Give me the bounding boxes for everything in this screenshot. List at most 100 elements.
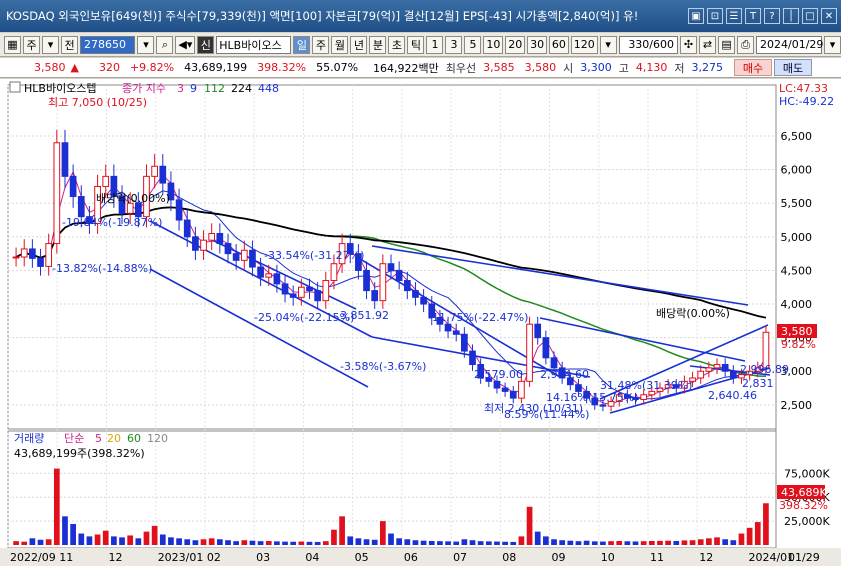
volume-bar[interactable] <box>135 538 142 545</box>
candle-body[interactable] <box>550 357 558 369</box>
volume-bar[interactable] <box>551 539 557 545</box>
candle-body[interactable] <box>29 248 36 259</box>
volume-bar[interactable] <box>640 541 647 545</box>
volume-bar[interactable] <box>371 539 378 545</box>
volume-bar[interactable] <box>624 541 631 545</box>
volume-bar[interactable] <box>453 541 460 545</box>
candle-body[interactable] <box>20 248 28 258</box>
volume-bar[interactable] <box>216 539 223 545</box>
candle-body[interactable] <box>45 243 53 267</box>
volume-bar[interactable] <box>151 525 158 545</box>
volume-bar[interactable] <box>575 541 582 545</box>
volume-bar[interactable] <box>485 541 492 545</box>
volume-bar[interactable] <box>689 540 696 545</box>
save-icon[interactable]: ▤ <box>718 35 736 54</box>
volume-bar[interactable] <box>102 530 109 545</box>
candle-body[interactable] <box>12 256 20 259</box>
candle-body[interactable] <box>420 296 427 305</box>
volume-bar[interactable] <box>257 541 264 545</box>
volume-bar[interactable] <box>730 540 737 545</box>
candle-body[interactable] <box>314 290 321 302</box>
dropdown-icon[interactable]: ▾ <box>42 35 59 54</box>
volume-bar[interactable] <box>681 540 688 545</box>
volume-bar[interactable] <box>396 538 403 545</box>
volume-bar[interactable] <box>714 537 720 545</box>
candle-body[interactable] <box>729 370 737 379</box>
volume-bar[interactable] <box>437 541 443 545</box>
volume-bar[interactable] <box>21 541 28 545</box>
volume-bar[interactable] <box>388 533 394 545</box>
volume-bar[interactable] <box>127 535 134 545</box>
chart-settings-icon[interactable] <box>9 81 21 93</box>
date-input[interactable]: 2024/01/29 <box>756 35 823 54</box>
volume-bar[interactable] <box>86 536 93 545</box>
period-week[interactable]: 주 <box>312 35 330 54</box>
volume-bar[interactable] <box>494 541 500 545</box>
volume-bar[interactable] <box>746 527 753 545</box>
candle-body[interactable] <box>297 286 305 298</box>
volume-bar[interactable] <box>559 540 566 545</box>
candle-body[interactable] <box>371 290 379 302</box>
speaker-icon[interactable]: ◀▾ <box>175 35 196 54</box>
compare-icon[interactable]: ⇄ <box>699 35 717 54</box>
volume-bar[interactable] <box>241 540 248 545</box>
interval-120[interactable]: 120 <box>570 35 598 54</box>
sell-button[interactable]: 매도 <box>774 59 813 76</box>
candle-body[interactable] <box>257 266 264 278</box>
interval-1[interactable]: 1 <box>426 35 444 54</box>
volume-bar[interactable] <box>763 503 769 545</box>
capture-icon[interactable]: ⊡ <box>707 8 723 24</box>
candle-body[interactable] <box>53 142 61 245</box>
candle-body[interactable] <box>330 263 338 282</box>
candle-body[interactable] <box>640 394 648 400</box>
period-year[interactable]: 년 <box>350 35 368 54</box>
candle-body[interactable] <box>281 283 289 295</box>
buy-button[interactable]: 매수 <box>734 59 773 76</box>
candle-body[interactable] <box>69 175 77 198</box>
volume-bar[interactable] <box>53 468 60 545</box>
candle-body[interactable] <box>452 330 460 335</box>
market-select[interactable]: 주 <box>23 35 40 54</box>
volume-bar[interactable] <box>608 541 614 545</box>
maximize-icon[interactable]: □ <box>802 8 818 24</box>
candle-body[interactable] <box>705 367 713 372</box>
volume-bar[interactable] <box>591 541 598 545</box>
candle-body[interactable] <box>183 219 191 238</box>
volume-bar[interactable] <box>404 539 411 545</box>
candle-body[interactable] <box>192 236 199 251</box>
volume-bar[interactable] <box>176 538 182 545</box>
volume-bar[interactable] <box>274 541 280 545</box>
volume-bar[interactable] <box>331 529 337 545</box>
candle-body[interactable] <box>175 199 183 221</box>
volume-bar[interactable] <box>648 540 655 545</box>
interval-20[interactable]: 20 <box>505 35 526 54</box>
volume-bar[interactable] <box>192 540 199 545</box>
settings-grid-icon[interactable]: ▦ <box>4 35 21 54</box>
candle-body[interactable] <box>534 323 542 339</box>
stock-code-input[interactable]: 278650 <box>80 35 136 54</box>
layout-icon[interactable]: ▣ <box>688 8 704 24</box>
volume-bar[interactable] <box>314 541 321 545</box>
volume-bar[interactable] <box>94 534 101 545</box>
volume-bar[interactable] <box>412 540 419 545</box>
help-icon[interactable]: ? <box>764 8 780 24</box>
interval-10[interactable]: 10 <box>483 35 504 54</box>
volume-bar[interactable] <box>722 539 729 545</box>
interval-dropdown-icon[interactable]: ▾ <box>599 35 617 54</box>
volume-bar[interactable] <box>428 540 435 545</box>
candle-body[interactable] <box>77 196 85 218</box>
volume-bar[interactable] <box>461 539 468 545</box>
volume-bar[interactable] <box>534 531 541 545</box>
candle-body[interactable] <box>232 253 240 261</box>
candle-body[interactable] <box>134 202 142 218</box>
volume-bar[interactable] <box>363 539 370 545</box>
volume-bar[interactable] <box>697 539 704 545</box>
period-minute[interactable]: 분 <box>369 35 387 54</box>
interval-5[interactable]: 5 <box>464 35 482 54</box>
candle-body[interactable] <box>200 239 207 251</box>
period-month[interactable]: 월 <box>331 35 349 54</box>
period-tick[interactable]: 틱 <box>407 35 425 54</box>
candle-body[interactable] <box>151 165 158 177</box>
volume-bar[interactable] <box>233 541 239 545</box>
candle-body[interactable] <box>208 232 216 241</box>
